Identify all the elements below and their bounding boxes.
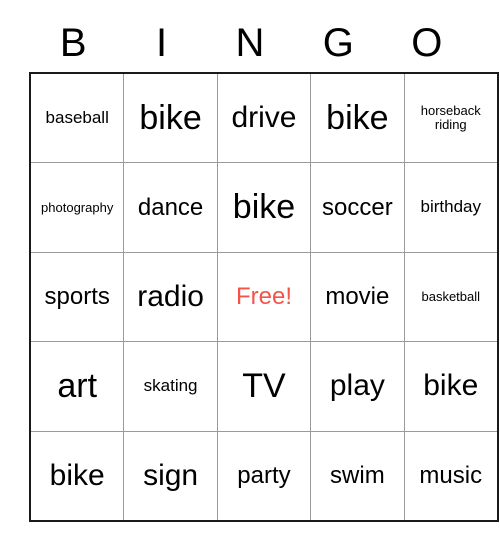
- bingo-cell-label: birthday: [420, 197, 481, 217]
- bingo-cell-label: sign: [143, 458, 199, 492]
- bingo-cell[interactable]: soccer: [310, 162, 405, 253]
- bingo-row: bike sign party swim music: [29, 430, 499, 522]
- bingo-cell-label: play: [329, 369, 385, 403]
- bingo-cell-label: photography: [41, 199, 114, 215]
- bingo-cell-label: bike: [49, 458, 105, 492]
- bingo-cell[interactable]: photography: [29, 162, 125, 253]
- bingo-header-letter-i: I: [156, 21, 168, 65]
- bingo-cell[interactable]: dance: [123, 162, 218, 253]
- bingo-header-letter-b: B: [59, 21, 87, 65]
- bingo-header-letter-g: G: [322, 21, 354, 65]
- bingo-row: art skating TV play bike: [29, 341, 499, 432]
- bingo-cell[interactable]: party: [216, 430, 312, 522]
- bingo-cell-label: Free!: [235, 283, 292, 311]
- bingo-cell-label: soccer: [322, 193, 393, 221]
- bingo-cell[interactable]: TV: [216, 341, 312, 432]
- bingo-cell-label: bike: [139, 98, 202, 137]
- bingo-cell-label: dance: [137, 193, 204, 221]
- bingo-grid: baseball bike drive bike horseback riding pho…: [29, 72, 499, 522]
- bingo-cell[interactable]: bike: [123, 72, 218, 164]
- bingo-cell[interactable]: skating: [123, 341, 218, 432]
- bingo-header-letter-n: N: [235, 21, 265, 65]
- bingo-cell-label: radio: [137, 279, 204, 313]
- bingo-cell-label: skating: [143, 376, 198, 396]
- bingo-cell[interactable]: bike: [216, 162, 312, 253]
- bingo-cell[interactable]: music: [403, 430, 499, 522]
- bingo-cell[interactable]: horseback riding: [403, 72, 499, 164]
- bingo-cell[interactable]: bike: [403, 341, 499, 432]
- bingo-cell-label: TV: [242, 367, 286, 405]
- bingo-cell-label: horseback riding: [420, 103, 481, 133]
- bingo-cell[interactable]: bike: [310, 72, 405, 164]
- bingo-cell[interactable]: radio: [123, 251, 218, 343]
- bingo-cell-label: movie: [325, 283, 390, 311]
- bingo-cell-free[interactable]: Free!: [216, 251, 312, 343]
- bingo-cell[interactable]: movie: [310, 251, 405, 343]
- bingo-row: baseball bike drive bike horseback riding: [29, 72, 499, 164]
- bingo-cell-label: music: [419, 461, 483, 489]
- bingo-cell[interactable]: play: [310, 341, 405, 432]
- bingo-cell-label: baseball: [45, 108, 109, 128]
- bingo-cell-label: bike: [326, 98, 389, 137]
- bingo-cell[interactable]: basketball: [403, 251, 499, 343]
- bingo-cell[interactable]: birthday: [403, 162, 499, 253]
- bingo-cell-label: party: [237, 461, 291, 489]
- bingo-cell[interactable]: baseball: [29, 72, 125, 164]
- bingo-cell-label: swim: [330, 461, 385, 489]
- bingo-cell[interactable]: sign: [123, 430, 218, 522]
- bingo-cell-label: basketball: [421, 288, 481, 304]
- bingo-cell[interactable]: art: [29, 341, 125, 432]
- bingo-card: B I N G O baseball bike drive bike horseback…: [29, 14, 499, 522]
- bingo-cell-label: drive: [231, 101, 297, 134]
- bingo-cell[interactable]: sports: [29, 251, 125, 343]
- bingo-cell-label: sports: [44, 283, 110, 311]
- bingo-row: photography dance bike soccer birthday: [29, 162, 499, 253]
- bingo-cell[interactable]: swim: [310, 430, 405, 522]
- bingo-header-letter-o: O: [411, 21, 443, 65]
- bingo-cell-label: bike: [423, 369, 479, 403]
- bingo-cell[interactable]: bike: [29, 430, 125, 522]
- bingo-cell-label: art: [57, 367, 98, 405]
- bingo-header-row: B I N G O: [29, 14, 471, 72]
- bingo-cell[interactable]: drive: [216, 72, 312, 164]
- bingo-cell-label: bike: [232, 188, 296, 227]
- bingo-row: sports radio Free! movie basketball: [29, 251, 499, 343]
